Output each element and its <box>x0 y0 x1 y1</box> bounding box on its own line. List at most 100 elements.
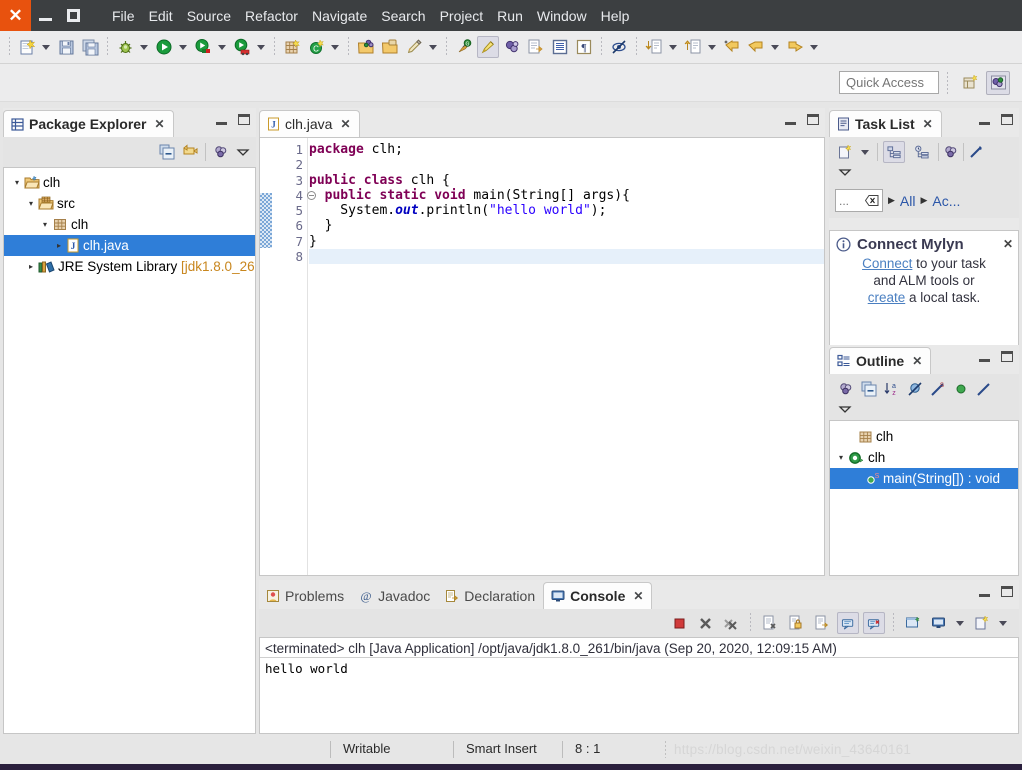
twisty-icon[interactable]: ▸ <box>52 241 66 250</box>
tree-item-package-clh[interactable]: ▾ clh <box>4 214 255 235</box>
maximize-icon[interactable] <box>1001 114 1013 125</box>
minimize-icon[interactable] <box>979 587 990 597</box>
new-task-icon[interactable] <box>837 143 854 161</box>
next-annotation-icon[interactable] <box>643 36 665 58</box>
close-icon[interactable]: ✕ <box>1003 237 1013 251</box>
link-with-editor-icon[interactable] <box>182 144 198 160</box>
display-console-dropdown-arrow[interactable] <box>953 612 966 634</box>
tab-javadoc[interactable]: @ Javadoc <box>352 582 438 609</box>
maximize-icon[interactable] <box>1001 351 1013 362</box>
synchronize-icon[interactable] <box>943 144 959 160</box>
sort-icon[interactable]: az <box>884 381 900 397</box>
open-perspective-button[interactable] <box>958 71 982 95</box>
close-icon[interactable]: ✕ <box>340 117 350 131</box>
menu-source[interactable]: Source <box>180 5 238 27</box>
close-icon[interactable]: ✕ <box>155 117 165 131</box>
maximize-icon[interactable] <box>807 114 819 125</box>
lock-scroll-icon[interactable] <box>785 612 807 634</box>
remove-launch-icon[interactable] <box>694 612 716 634</box>
save-all-icon[interactable] <box>79 36 101 58</box>
new-java-dropdown-arrow[interactable] <box>328 36 341 58</box>
connect-link[interactable]: Connect <box>862 256 912 271</box>
menu-search[interactable]: Search <box>374 5 432 27</box>
tree-item-clh-java[interactable]: ▸ J clh.java <box>4 235 255 256</box>
window-minimize-button[interactable] <box>31 0 59 31</box>
view-menu-icon[interactable] <box>213 144 229 160</box>
focus-icon[interactable] <box>838 381 854 397</box>
back-dropdown-arrow[interactable] <box>768 36 781 58</box>
scroll-lock-icon[interactable] <box>811 612 833 634</box>
menu-edit[interactable]: Edit <box>142 5 180 27</box>
outline-item-package-clh[interactable]: clh <box>830 426 1018 447</box>
menu-navigate[interactable]: Navigate <box>305 5 374 27</box>
mark-occurrences-icon[interactable] <box>477 36 499 58</box>
tab-outline[interactable]: Outline ✕ <box>829 347 932 374</box>
window-close-button[interactable]: ✕ <box>0 0 31 31</box>
run-icon[interactable] <box>153 36 175 58</box>
window-maximize-button[interactable] <box>59 0 87 31</box>
menu-window[interactable]: Window <box>530 5 594 27</box>
maximize-icon[interactable] <box>238 114 250 125</box>
link-icon[interactable] <box>501 36 523 58</box>
presentation-all-link[interactable]: All <box>900 193 916 209</box>
open-console-dropdown-arrow[interactable] <box>996 612 1009 634</box>
tab-task-list[interactable]: Task List ✕ <box>829 110 942 137</box>
new-java-project-icon[interactable] <box>281 36 303 58</box>
open-type-icon[interactable] <box>355 36 377 58</box>
new-file-icon[interactable] <box>16 36 38 58</box>
menu-refactor[interactable]: Refactor <box>238 5 305 27</box>
debug-dropdown-arrow[interactable] <box>137 36 150 58</box>
pencil-icon[interactable] <box>403 36 425 58</box>
hide-nonpublic-icon[interactable] <box>953 381 969 397</box>
debug-icon[interactable] <box>114 36 136 58</box>
run-external-tools-icon[interactable] <box>192 36 214 58</box>
hide-fields-icon[interactable] <box>907 381 923 397</box>
menu-file[interactable]: File <box>105 5 142 27</box>
tab-console[interactable]: Console ✕ <box>543 582 653 609</box>
tab-package-explorer[interactable]: Package Explorer ✕ <box>3 110 174 137</box>
tab-declaration[interactable]: Declaration <box>438 582 543 609</box>
maximize-icon[interactable] <box>1001 586 1013 597</box>
pilcrow-icon[interactable]: ¶ <box>573 36 595 58</box>
chevron-down-icon[interactable] <box>236 145 250 159</box>
forward-dropdown-arrow[interactable] <box>807 36 820 58</box>
coverage-dropdown-arrow[interactable] <box>254 36 267 58</box>
outline-item-class-clh[interactable]: ▾ clh <box>830 447 1018 468</box>
forward-icon[interactable] <box>784 36 806 58</box>
remove-all-launches-icon[interactable] <box>720 612 742 634</box>
menu-project[interactable]: Project <box>433 5 491 27</box>
twisty-icon[interactable]: ▸ <box>24 262 38 271</box>
menu-run[interactable]: Run <box>490 5 530 27</box>
categorized-icon[interactable] <box>883 141 905 163</box>
open-task-icon[interactable] <box>379 36 401 58</box>
tree-item-project-clh[interactable]: ▾ clh <box>4 172 255 193</box>
show-console-on-error-icon[interactable] <box>863 612 885 634</box>
minimize-icon[interactable] <box>785 115 796 125</box>
java-perspective-button[interactable] <box>986 70 1010 95</box>
close-icon[interactable]: ✕ <box>912 354 922 368</box>
minimize-icon[interactable] <box>979 115 990 125</box>
last-edit-location-icon[interactable] <box>721 36 743 58</box>
close-icon[interactable]: ✕ <box>633 589 643 603</box>
twisty-icon[interactable]: ▾ <box>24 199 38 208</box>
display-selected-console-icon[interactable] <box>928 612 950 634</box>
pencil-dropdown-arrow[interactable] <box>426 36 439 58</box>
collapse-all-icon[interactable] <box>861 381 877 397</box>
terminate-icon[interactable] <box>668 612 690 634</box>
twisty-icon[interactable]: ▾ <box>38 220 52 229</box>
previous-annotation-icon[interactable] <box>682 36 704 58</box>
twisty-icon[interactable]: ▾ <box>834 453 848 462</box>
tree-item-jre-system-library[interactable]: ▸ JRE System Library [jdk1.8.0_26 <box>4 256 255 277</box>
clear-filter-icon[interactable] <box>865 195 879 206</box>
open-console-icon[interactable] <box>971 612 993 634</box>
presentation-active-link[interactable]: Ac... <box>932 193 960 209</box>
close-icon[interactable]: ✕ <box>923 117 933 131</box>
quick-access-input[interactable] <box>839 71 939 94</box>
collapse-all-icon[interactable] <box>159 144 175 160</box>
show-console-on-output-icon[interactable] <box>837 612 859 634</box>
run-dropdown-arrow[interactable] <box>176 36 189 58</box>
external-tools-dropdown-arrow[interactable] <box>215 36 228 58</box>
hide-icon[interactable] <box>608 36 630 58</box>
twisty-icon[interactable]: ▾ <box>10 178 24 187</box>
export-icon[interactable] <box>525 36 547 58</box>
